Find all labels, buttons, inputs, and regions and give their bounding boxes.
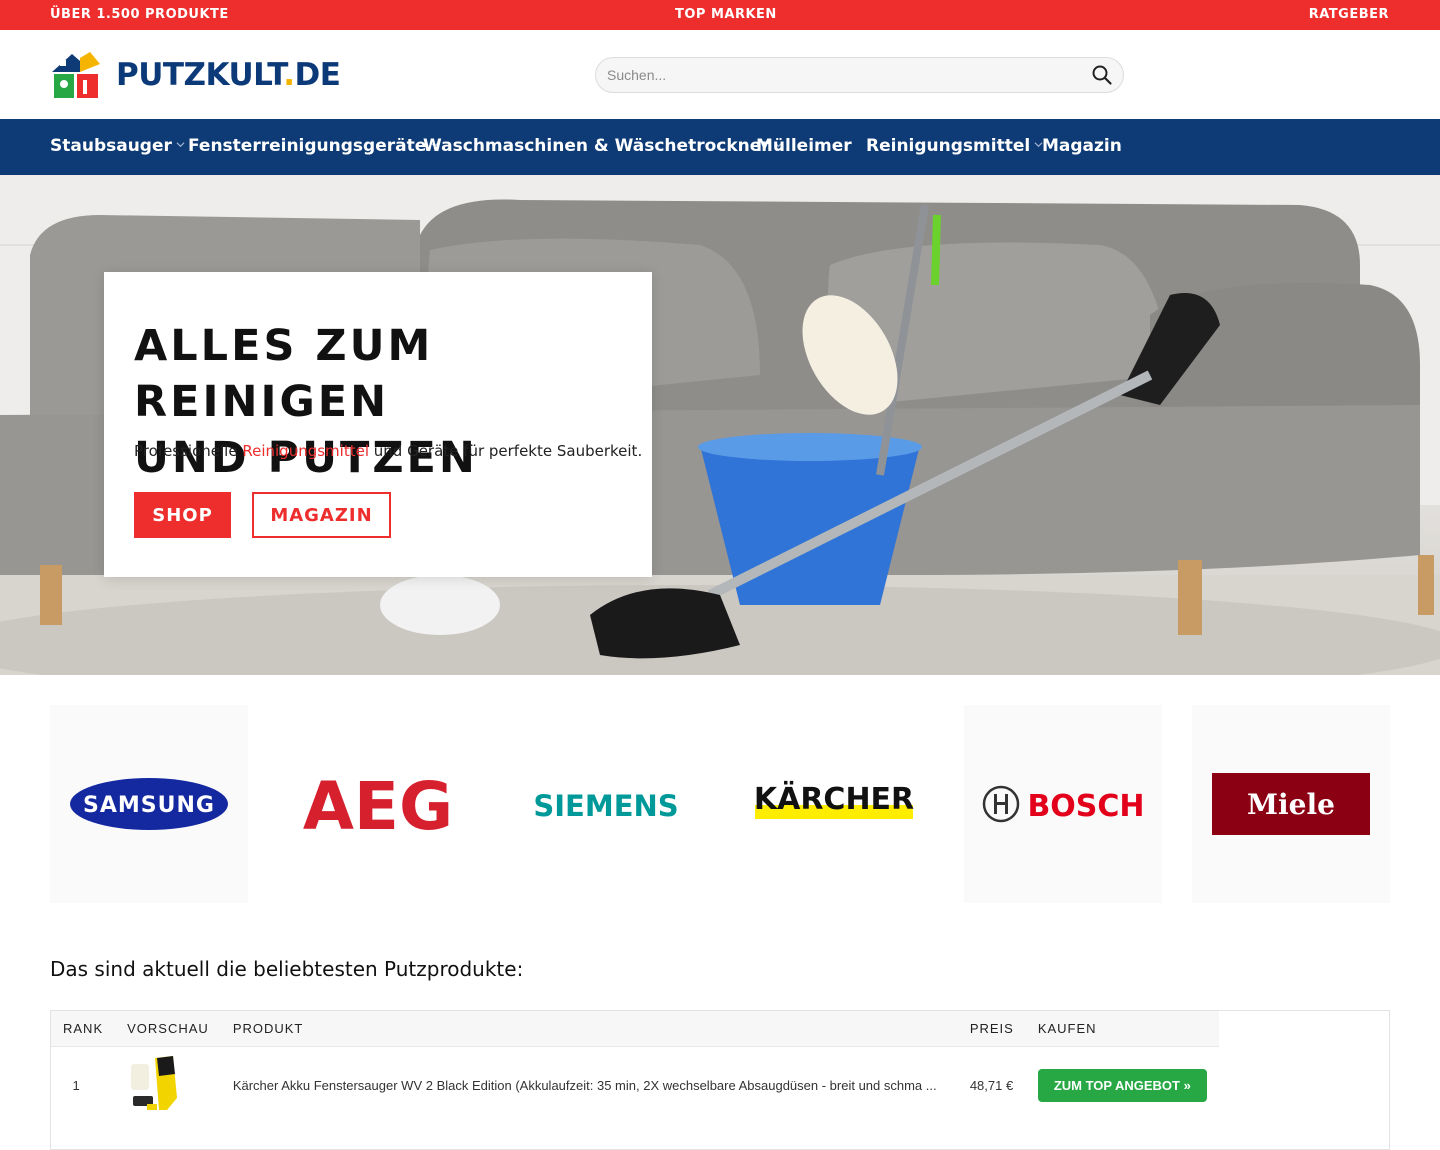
nav-item-magazin[interactable]: Magazin: [1042, 136, 1122, 156]
section-title: Das sind aktuell die beliebtesten Putzpr…: [50, 957, 524, 981]
brand-logos: SAMSUNG AEG SIEMENS KÄRCHER BOSCH Miele: [50, 705, 1390, 903]
nav-label: Magazin: [1042, 136, 1122, 156]
svg-text:BOSCH: BOSCH: [1027, 789, 1144, 824]
topbar-link-brands[interactable]: TOP MARKEN: [675, 7, 777, 22]
svg-text:SIEMENS: SIEMENS: [533, 789, 678, 823]
product-name[interactable]: Kärcher Akku Fenstersauger WV 2 Black Ed…: [233, 1078, 937, 1093]
table-row: 1 Kärcher Akku Fenstersauger WV 2 Black …: [51, 1046, 1219, 1124]
brand-aeg[interactable]: AEG: [279, 705, 477, 903]
nav-label: Fensterreinigungsgeräte: [188, 136, 427, 156]
brand-kaercher[interactable]: KÄRCHER: [735, 705, 933, 903]
magazin-button[interactable]: MAGAZIN: [252, 492, 391, 538]
hero-subtitle-text: und Geräte für perfekte Sauberkeit.: [369, 442, 643, 460]
logo[interactable]: PUTZKULT.DE: [50, 50, 341, 100]
nav-item-staubsauger[interactable]: Staubsauger: [50, 136, 185, 156]
product-name-cell[interactable]: Kärcher Akku Fenstersauger WV 2 Black Ed…: [221, 1046, 958, 1124]
buy-button[interactable]: ZUM TOP ANGEBOT »: [1037, 1068, 1207, 1102]
table-header-row: Rank Vorschau Produkt Preis Kaufen: [51, 1011, 1219, 1047]
product-thumbnail[interactable]: [127, 1054, 185, 1114]
hero-title-line-1: ALLES ZUM REINIGEN: [134, 321, 434, 427]
nav-label: Mülleimer: [756, 136, 852, 156]
col-header-buy: Kaufen: [1025, 1011, 1219, 1047]
topbar-link-products[interactable]: ÜBER 1.500 PRODUKTE: [50, 7, 229, 22]
logo-house-icon: [52, 52, 100, 98]
svg-text:AEG: AEG: [303, 769, 453, 839]
nav-item-fensterreinigungsgeraete[interactable]: Fensterreinigungsgeräte: [188, 136, 439, 156]
col-header-rank: Rank: [51, 1011, 116, 1047]
search-box: [595, 57, 1124, 93]
preview-cell[interactable]: [115, 1046, 221, 1124]
hero-title: ALLES ZUM REINIGEN UND PUTZEN: [134, 318, 634, 486]
col-header-product: Produkt: [220, 1011, 958, 1047]
hero-subtitle: Professionelle Reinigungsmittel und Gerä…: [134, 442, 642, 460]
col-header-price: Preis: [957, 1011, 1026, 1047]
nav-item-muelleimer[interactable]: Mülleimer: [756, 136, 852, 156]
nav-item-waschmaschinen[interactable]: Waschmaschinen & Wäschetrockner: [423, 136, 783, 156]
product-table-grid: Rank Vorschau Produkt Preis Kaufen 1: [51, 1011, 1219, 1124]
kaercher-logo: KÄRCHER: [754, 781, 914, 819]
price-cell: 48,71 €: [969, 1077, 1014, 1093]
brand-bosch[interactable]: BOSCH: [964, 705, 1162, 903]
search-input[interactable]: [596, 58, 1076, 92]
brand-samsung[interactable]: SAMSUNG: [50, 705, 248, 903]
brand-miele[interactable]: Miele: [1192, 705, 1390, 903]
topbar-link-guide[interactable]: RATGEBER: [1309, 7, 1389, 22]
header: PUTZKULT.DE: [0, 30, 1440, 119]
hero-subtitle-text: Professionelle: [134, 442, 243, 460]
hero-card: ALLES ZUM REINIGEN UND PUTZEN Profession…: [104, 272, 652, 577]
aeg-logo: AEG: [303, 769, 453, 839]
hero-subtitle-link[interactable]: Reinigungsmittel: [242, 442, 369, 460]
nav-label: Reinigungsmittel: [866, 136, 1031, 156]
miele-logo: Miele: [1212, 773, 1370, 835]
chevron-down-icon: [176, 141, 185, 147]
nav-item-reinigungsmittel[interactable]: Reinigungsmittel: [866, 136, 1043, 156]
svg-text:KÄRCHER: KÄRCHER: [754, 781, 914, 817]
product-table: Rank Vorschau Produkt Preis Kaufen 1: [50, 1010, 1390, 1150]
buy-cell: ZUM TOP ANGEBOT »: [1026, 1046, 1219, 1124]
rank-cell: 1: [72, 1077, 80, 1093]
siemens-logo: SIEMENS: [533, 789, 678, 823]
col-header-preview: Vorschau: [115, 1011, 221, 1047]
main-nav: Staubsauger Fensterreinigungsgeräte Wasc…: [0, 119, 1440, 175]
nav-label: Staubsauger: [50, 136, 172, 156]
svg-text:SAMSUNG: SAMSUNG: [83, 793, 215, 818]
svg-text:Miele: Miele: [1247, 788, 1335, 821]
logo-text: PUTZKULT.DE: [116, 57, 341, 93]
top-bar: ÜBER 1.500 PRODUKTE TOP MARKEN RATGEBER: [0, 0, 1440, 30]
search-icon[interactable]: [1091, 64, 1113, 86]
nav-label: Waschmaschinen & Wäschetrockner: [423, 136, 770, 156]
shop-button[interactable]: SHOP: [134, 492, 231, 538]
brand-siemens[interactable]: SIEMENS: [507, 705, 705, 903]
hero-banner: ALLES ZUM REINIGEN UND PUTZEN Profession…: [0, 175, 1440, 675]
samsung-logo: SAMSUNG: [70, 778, 228, 830]
bosch-logo: BOSCH: [982, 785, 1145, 824]
